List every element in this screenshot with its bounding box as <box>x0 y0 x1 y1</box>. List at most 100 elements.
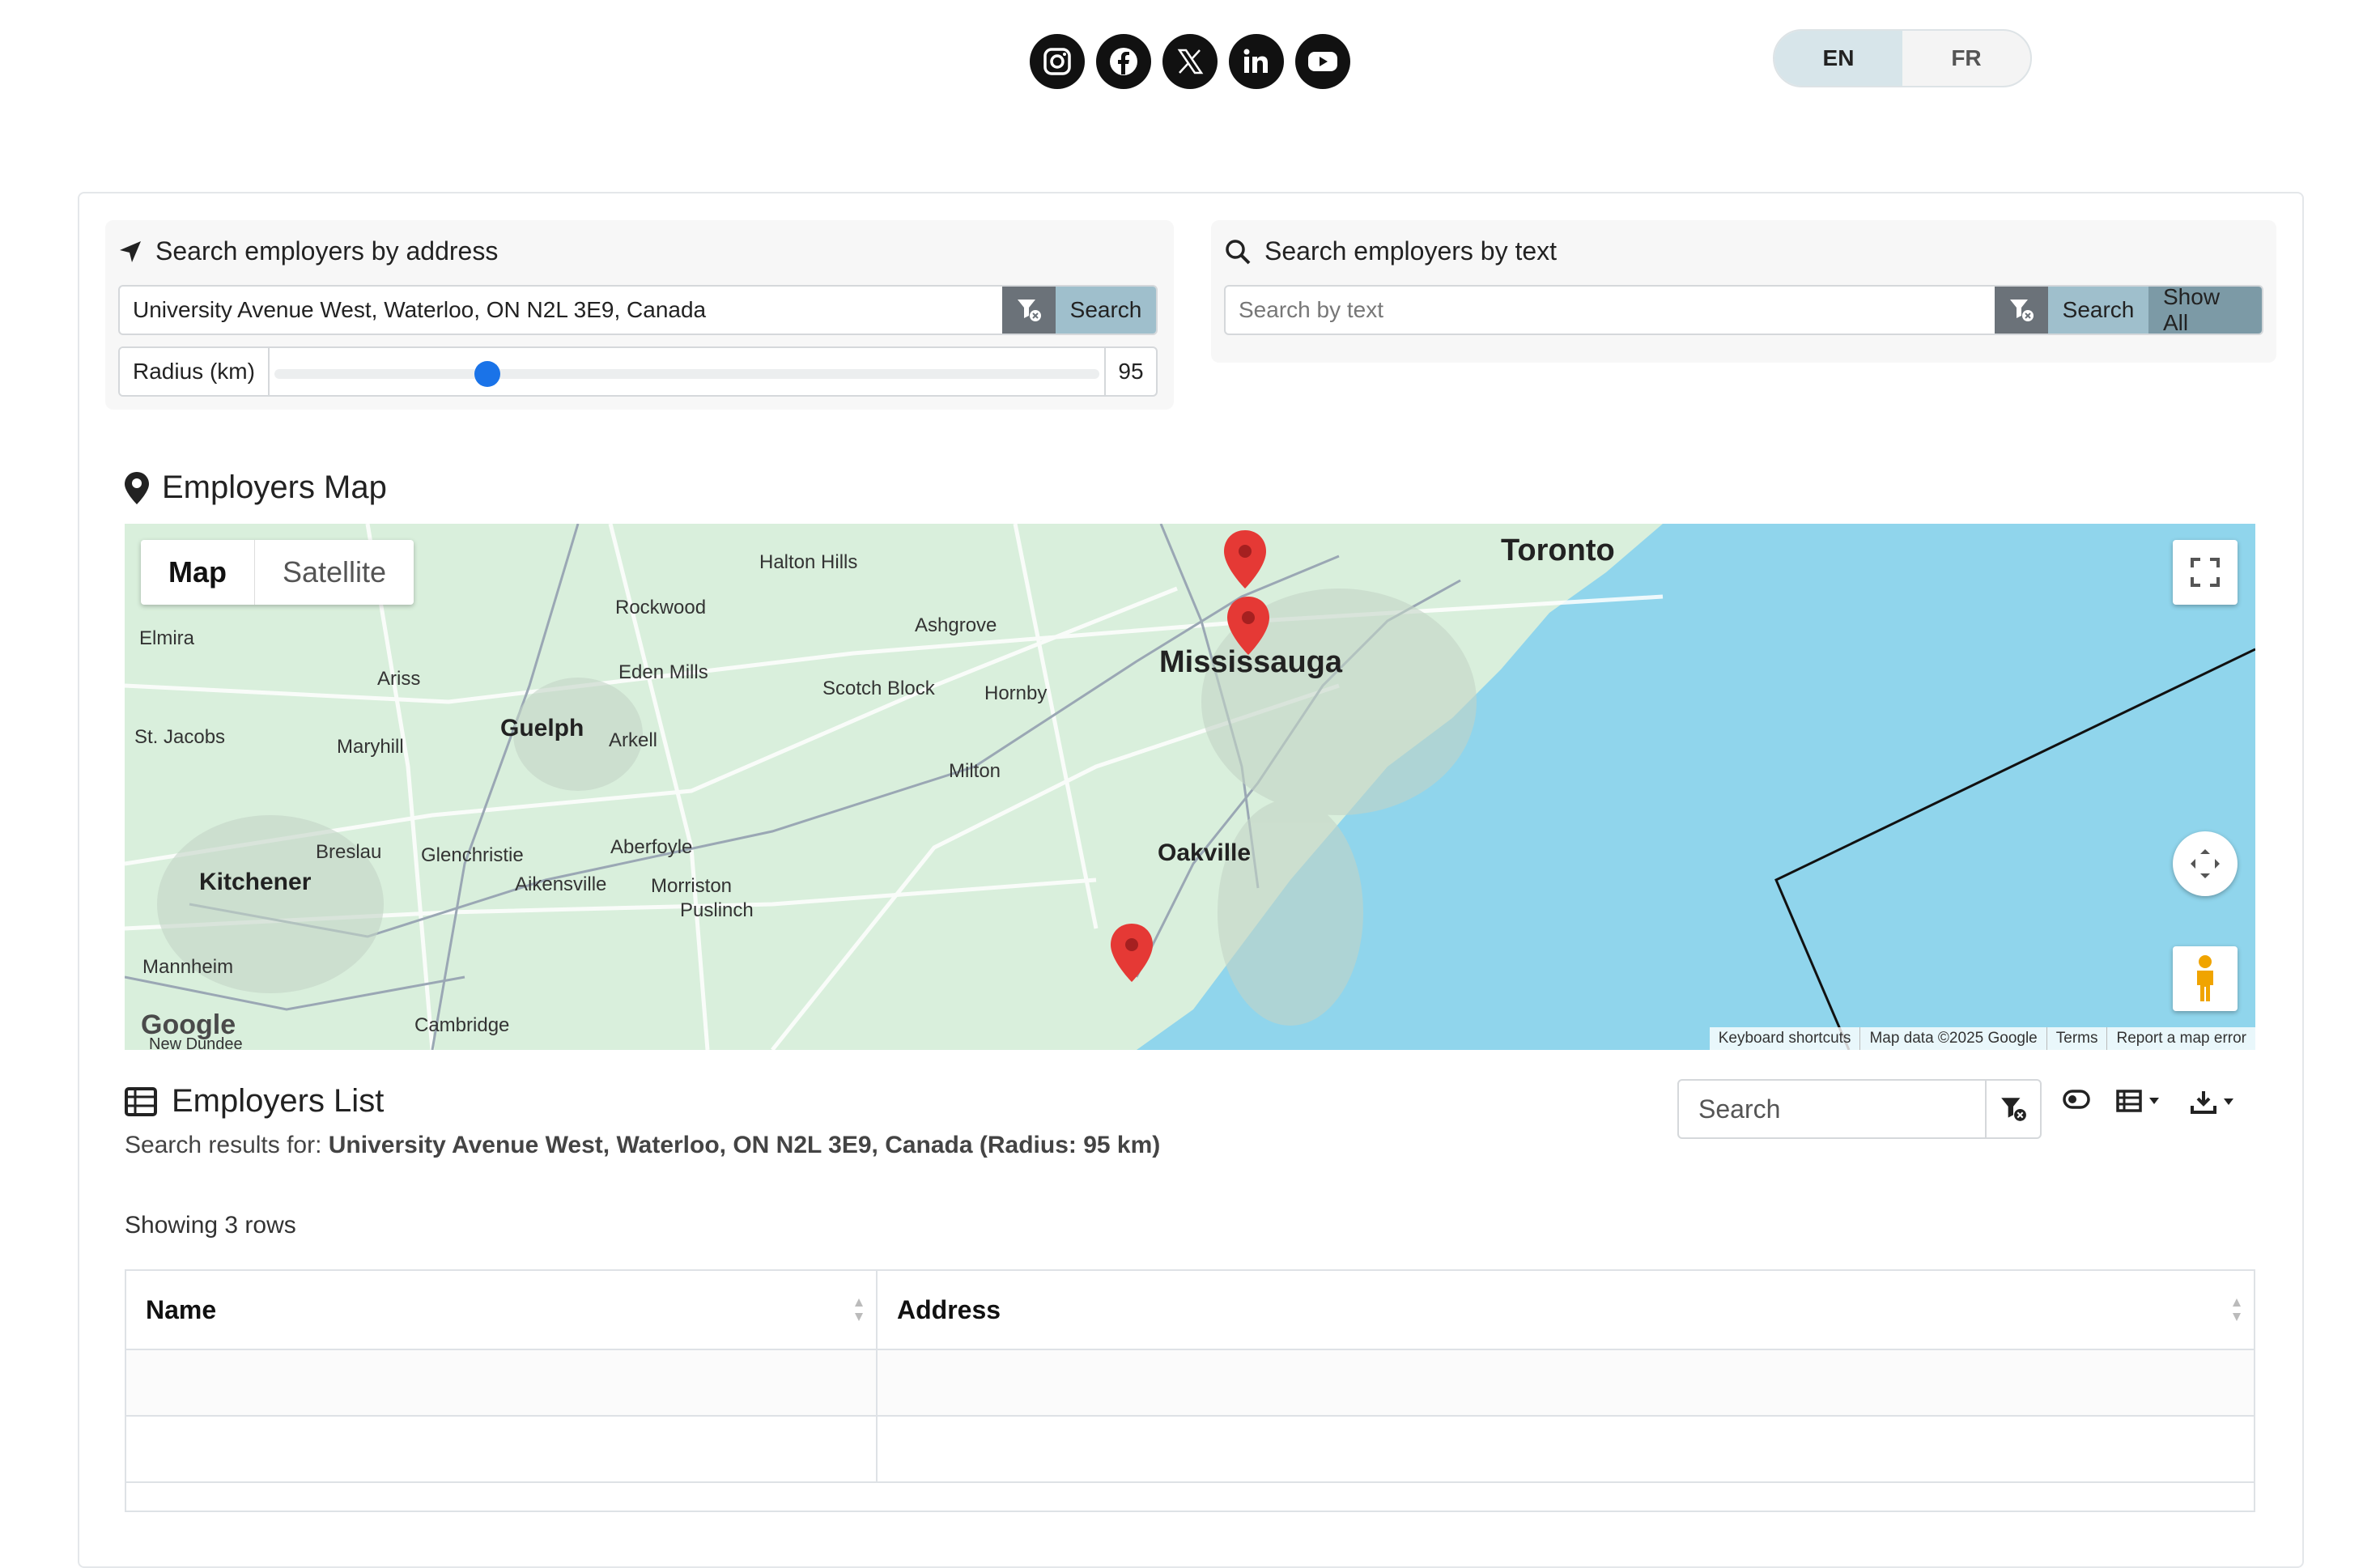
place-aikensville: Aikensville <box>515 873 607 895</box>
clear-filter-button[interactable] <box>1002 287 1056 334</box>
text-input-group: Search by text Search Show All <box>1224 285 2263 335</box>
radius-label: Radius (km) <box>120 348 270 395</box>
filter-clear-icon <box>2010 300 2034 321</box>
place-kitchener: Kitchener <box>199 869 312 895</box>
column-header-address[interactable]: Address <box>878 1271 2254 1350</box>
keyboard-shortcuts-link[interactable]: Keyboard shortcuts <box>1710 1027 1860 1050</box>
download-icon <box>2191 1091 2216 1114</box>
toggle-icon <box>2063 1090 2090 1109</box>
map-type-satellite-button[interactable]: Satellite <box>255 540 414 605</box>
address-search-button[interactable]: Search <box>1056 287 1156 334</box>
linkedin-icon[interactable] <box>1229 34 1284 89</box>
address-search-title: Search employers by address <box>118 236 498 266</box>
map-title-text: Employers Map <box>162 470 387 505</box>
search-icon <box>1226 239 1251 264</box>
camera-control-button[interactable] <box>2173 831 2238 896</box>
place-maryhill: Maryhill <box>337 736 404 758</box>
language-toggle: EN FR <box>1773 29 2032 87</box>
map-canvas[interactable] <box>125 524 2255 1050</box>
table-list-icon <box>125 1086 157 1116</box>
facebook-icon[interactable] <box>1096 34 1151 89</box>
table-cell-divider <box>876 1417 878 1481</box>
address-input-group: University Avenue West, Waterloo, ON N2L… <box>118 285 1158 335</box>
place-mississauga: Mississauga <box>1159 645 1342 679</box>
place-arkell: Arkell <box>609 729 658 751</box>
social-links <box>1030 34 1350 89</box>
text-search-title: Search employers by text <box>1224 236 1557 266</box>
table-row[interactable] <box>126 1350 2254 1417</box>
terms-link[interactable]: Terms <box>2046 1027 2107 1050</box>
table-clear-filter-button[interactable] <box>1985 1081 2040 1137</box>
sort-icon <box>855 1298 863 1321</box>
text-search-button[interactable]: Search <box>2048 287 2148 334</box>
radius-value: 95 <box>1104 348 1156 395</box>
list-view-icon <box>2116 1090 2142 1112</box>
place-scotch-block: Scotch Block <box>822 678 935 699</box>
place-ariss: Ariss <box>377 668 421 690</box>
pegman-icon <box>2197 955 2213 1001</box>
table-search-input[interactable]: Search <box>1679 1081 1985 1137</box>
place-oakville: Oakville <box>1158 839 1252 866</box>
employers-table: Name Address <box>125 1269 2255 1512</box>
radius-control: Radius (km) 95 <box>118 346 1158 397</box>
table-row[interactable] <box>126 1417 2254 1483</box>
slider-thumb[interactable] <box>474 361 500 387</box>
report-error-link[interactable]: Report a map error <box>2106 1027 2255 1050</box>
place-milton: Milton <box>949 760 1001 782</box>
text-search-title-text: Search employers by text <box>1264 236 1558 266</box>
lang-en-button[interactable]: EN <box>1774 31 1902 86</box>
results-prefix: Search results for: <box>125 1132 329 1158</box>
sort-icon <box>2233 1298 2241 1321</box>
place-halton-hills: Halton Hills <box>759 551 858 573</box>
map-data-text: Map data ©2025 Google <box>1859 1027 2046 1050</box>
map-title: Employers Map <box>125 470 387 506</box>
column-header-name[interactable]: Name <box>126 1271 878 1350</box>
google-logo: Google <box>141 1009 236 1040</box>
place-guelph: Guelph <box>500 715 584 742</box>
address-input[interactable]: University Avenue West, Waterloo, ON N2L… <box>120 287 1002 334</box>
place-st-jacobs: St. Jacobs <box>134 726 226 748</box>
place-elmira: Elmira <box>139 627 195 649</box>
fullscreen-icon <box>2191 558 2220 587</box>
place-morriston: Morriston <box>651 875 733 897</box>
radius-slider[interactable] <box>270 348 1104 395</box>
place-hornby: Hornby <box>984 682 1048 704</box>
filter-clear-icon <box>1018 300 1041 321</box>
caret-down-icon <box>2149 1098 2159 1104</box>
place-rockwood: Rockwood <box>615 597 707 618</box>
map-attribution: Keyboard shortcuts Map data ©2025 Google… <box>1709 1027 2255 1050</box>
place-toronto: Toronto <box>1501 533 1615 567</box>
instagram-icon[interactable] <box>1030 34 1085 89</box>
map-marker-icon <box>125 471 149 504</box>
fullscreen-button[interactable] <box>2173 540 2238 605</box>
caret-down-icon <box>2224 1098 2233 1105</box>
table-search: Search <box>1677 1079 2042 1139</box>
show-all-button[interactable]: Show All <box>2148 287 2262 334</box>
export-dropdown-button[interactable] <box>2191 1090 2234 1114</box>
filter-clear-icon <box>2001 1098 2026 1121</box>
results-query: University Avenue West, Waterloo, ON N2L… <box>328 1132 1161 1158</box>
map-type-map-button[interactable]: Map <box>141 540 255 605</box>
employers-map[interactable]: Toronto Mississauga Oakville Kitchener G… <box>125 524 2255 1050</box>
location-arrow-icon <box>120 240 141 262</box>
clear-text-filter-button[interactable] <box>1995 287 2048 334</box>
list-title-text: Employers List <box>172 1083 385 1119</box>
place-breslau: Breslau <box>316 841 382 863</box>
list-title: Employers List <box>125 1083 384 1120</box>
columns-dropdown-button[interactable] <box>2116 1090 2160 1112</box>
street-view-button[interactable] <box>2173 946 2238 1011</box>
youtube-icon[interactable] <box>1295 34 1350 89</box>
x-icon[interactable] <box>1162 34 1218 89</box>
place-ashgrove: Ashgrove <box>915 614 997 636</box>
table-cell-divider <box>876 1350 878 1415</box>
move-arrows-icon <box>2191 849 2220 878</box>
lang-fr-button[interactable]: FR <box>1902 31 2030 86</box>
text-search-input[interactable]: Search by text <box>1226 287 1995 334</box>
place-mannheim: Mannheim <box>142 956 234 978</box>
place-puslinch: Puslinch <box>680 899 754 921</box>
toggle-columns-button[interactable] <box>2063 1090 2090 1109</box>
rows-count: Showing 3 rows <box>125 1212 296 1239</box>
map-type-control: Map Satellite <box>141 540 414 605</box>
column-header-name-label: Name <box>146 1294 217 1324</box>
search-results-summary: Search results for: University Avenue We… <box>125 1132 1160 1159</box>
